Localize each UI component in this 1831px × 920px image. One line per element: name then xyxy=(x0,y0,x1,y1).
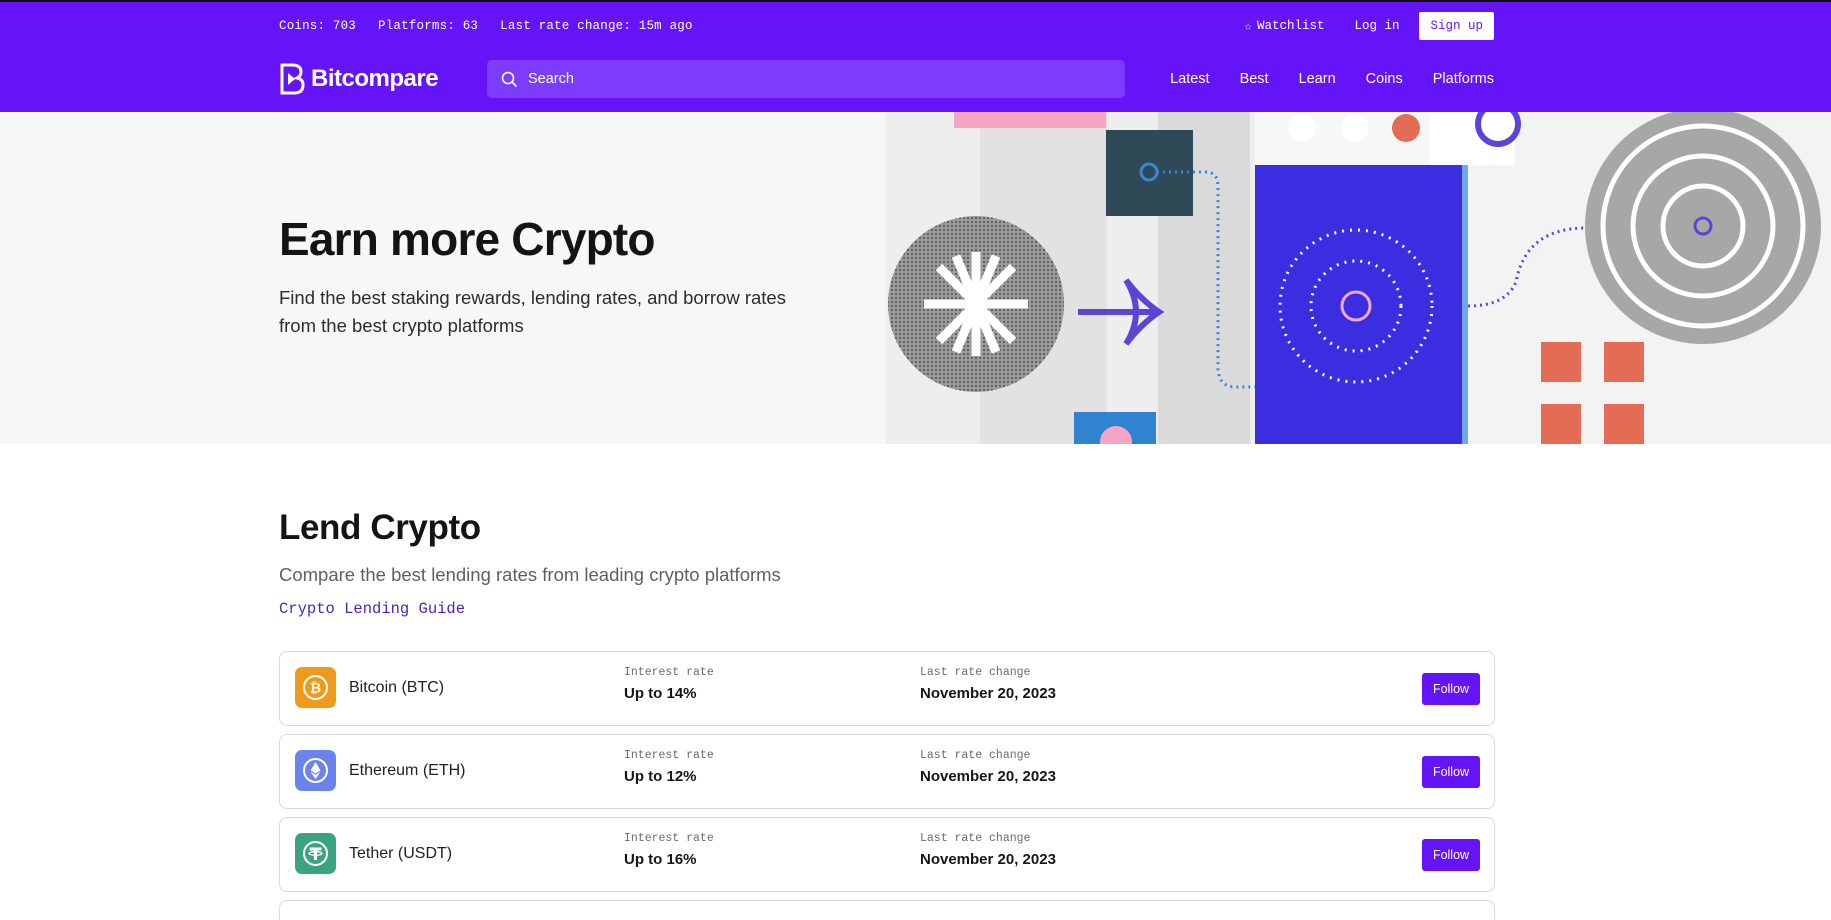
interest-rate-value: Up to 12% xyxy=(624,768,697,785)
nav-learn[interactable]: Learn xyxy=(1299,71,1336,87)
interest-rate: Interest rate Up to 14% xyxy=(624,666,714,702)
coin-list: ₿ Bitcoin (BTC) Interest rate Up to 14% … xyxy=(279,651,1495,920)
star-icon: ☆ xyxy=(1244,20,1252,34)
section-title: Lend Crypto xyxy=(279,508,481,547)
signup-button[interactable]: Sign up xyxy=(1419,12,1494,40)
platforms-count: Platforms: 63 xyxy=(378,19,479,33)
nav-coins[interactable]: Coins xyxy=(1366,71,1403,87)
logo-text: Bitcompare xyxy=(311,65,439,92)
coins-count: Coins: 703 xyxy=(279,19,357,33)
svg-text:₿: ₿ xyxy=(310,680,321,696)
coin-row-partial[interactable] xyxy=(279,900,1495,920)
nav-best[interactable]: Best xyxy=(1240,71,1269,87)
hero-subtitle-line-1: Find the best staking rewards, lending r… xyxy=(279,287,786,308)
interest-rate-label: Interest rate xyxy=(624,666,714,679)
coin-row-bitcoin[interactable]: ₿ Bitcoin (BTC) Interest rate Up to 14% … xyxy=(279,651,1495,726)
last-rate-change-label: Last rate change xyxy=(920,666,1031,679)
interest-rate: Interest rate Up to 12% xyxy=(624,749,714,785)
search-icon xyxy=(501,71,518,87)
bitcompare-logo-icon xyxy=(280,63,305,95)
nav-platforms[interactable]: Platforms xyxy=(1433,71,1494,87)
hero-subtitle-line-2: from the best crypto platforms xyxy=(279,315,524,336)
last-rate-change: Last rate change November 20, 2023 xyxy=(920,832,1056,868)
coin-row-tether[interactable]: Tether (USDT) Interest rate Up to 16% La… xyxy=(279,817,1495,892)
hero-subtitle: Find the best staking rewards, lending r… xyxy=(279,284,839,340)
lend-crypto-section: Lend Crypto Compare the best lending rat… xyxy=(279,444,1495,920)
last-rate-change: Last rate change: 15m ago xyxy=(500,19,693,33)
search-input[interactable] xyxy=(528,71,1088,87)
follow-button[interactable]: Follow xyxy=(1422,839,1480,871)
interest-rate-value: Up to 14% xyxy=(624,685,697,702)
last-rate-change: Last rate change November 20, 2023 xyxy=(920,749,1056,785)
site-stats: Coins: 703 Platforms: 63 Last rate chang… xyxy=(279,19,693,33)
nav-latest[interactable]: Latest xyxy=(1170,71,1210,87)
site-logo[interactable]: Bitcompare xyxy=(279,63,487,95)
coin-name: Bitcoin (BTC) xyxy=(349,679,445,696)
watchlist-link[interactable]: ☆ Watchlist xyxy=(1244,18,1324,34)
watchlist-label: Watchlist xyxy=(1256,19,1325,33)
last-rate-change-label: Last rate change xyxy=(920,832,1031,845)
top-bar: Coins: 703 Platforms: 63 Last rate chang… xyxy=(279,2,1494,50)
interest-rate-label: Interest rate xyxy=(624,832,714,845)
last-rate-change: Last rate change November 20, 2023 xyxy=(920,666,1056,702)
hero-section: Earn more Crypto Find the best staking r… xyxy=(0,112,1831,444)
login-link[interactable]: Log in xyxy=(1354,19,1399,33)
hero-text: Earn more Crypto Find the best staking r… xyxy=(279,212,839,340)
coin-name: Tether (USDT) xyxy=(349,845,453,862)
hero-illustration xyxy=(886,112,1831,444)
account-links: ☆ Watchlist Log in Sign up xyxy=(1244,12,1494,40)
follow-button[interactable]: Follow xyxy=(1422,756,1480,788)
last-rate-change-label: Last rate change xyxy=(920,749,1031,762)
last-rate-change-value: November 20, 2023 xyxy=(920,851,1056,868)
last-rate-change-value: November 20, 2023 xyxy=(920,768,1056,785)
search-bar[interactable] xyxy=(487,60,1125,98)
last-rate-change-value: November 20, 2023 xyxy=(920,685,1056,702)
tether-icon xyxy=(295,833,336,874)
site-header: Coins: 703 Platforms: 63 Last rate chang… xyxy=(0,0,1831,112)
primary-nav: Latest Best Learn Coins Platforms xyxy=(1170,71,1494,87)
lending-guide-link[interactable]: Crypto Lending Guide xyxy=(279,600,465,618)
follow-button[interactable]: Follow xyxy=(1422,673,1480,705)
bitcoin-icon: ₿ xyxy=(295,667,336,708)
ethereum-icon xyxy=(295,750,336,791)
interest-rate: Interest rate Up to 16% xyxy=(624,832,714,868)
section-subtitle: Compare the best lending rates from lead… xyxy=(279,564,781,585)
coin-row-ethereum[interactable]: Ethereum (ETH) Interest rate Up to 12% L… xyxy=(279,734,1495,809)
coin-name: Ethereum (ETH) xyxy=(349,762,466,779)
interest-rate-label: Interest rate xyxy=(624,749,714,762)
main-nav-bar: Bitcompare Latest Best Learn Coins Platf… xyxy=(279,58,1494,100)
hero-title: Earn more Crypto xyxy=(279,213,656,265)
interest-rate-value: Up to 16% xyxy=(624,851,697,868)
